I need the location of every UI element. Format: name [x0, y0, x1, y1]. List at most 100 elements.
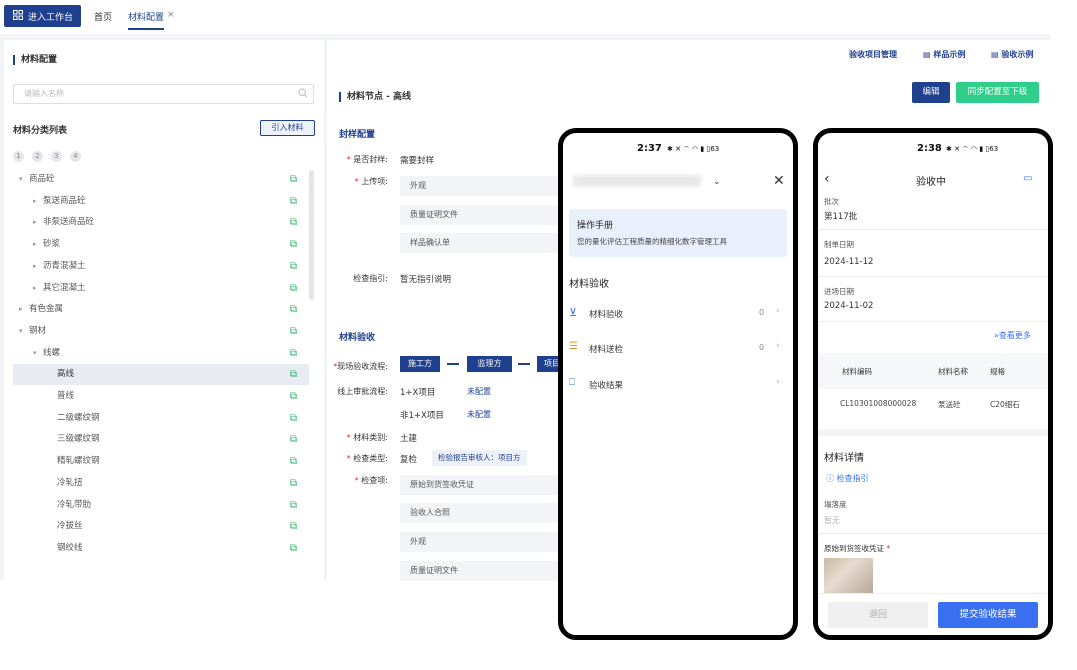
copy-config-icon[interactable]: ⧉	[290, 169, 297, 190]
level-2-button[interactable]: 2	[32, 151, 43, 162]
tree-item[interactable]: ▸ 沥青混凝土 ⧉	[13, 256, 309, 277]
tree-item-label: 砂浆	[43, 239, 61, 250]
tree-item[interactable]: ▸ 砂浆 ⧉	[13, 234, 309, 255]
search-input[interactable]: 请输入名称	[13, 84, 314, 104]
sample-example-link[interactable]: ▤ 样品示例	[923, 49, 965, 60]
section-gap	[818, 429, 1048, 436]
search-icon[interactable]	[298, 88, 308, 101]
tree-item[interactable]: 钢绞线 ⧉	[13, 538, 309, 559]
tree-item[interactable]: 二级螺纹钢 ⧉	[13, 408, 309, 429]
menu-item-material-inspection[interactable]: ☰ 材料送检 0 ›	[569, 336, 787, 362]
copy-config-icon[interactable]: ⧉	[290, 451, 297, 472]
category-label: * 材料类别:	[346, 433, 388, 442]
copy-config-icon[interactable]: ⧉	[290, 256, 297, 277]
caret-icon[interactable]: ▸	[19, 299, 29, 320]
document-icon: ▤	[923, 50, 931, 59]
caret-icon[interactable]: ▸	[33, 278, 43, 299]
video-icon[interactable]: ▭	[1023, 173, 1032, 184]
tree-item[interactable]: 冷拔丝 ⧉	[13, 516, 309, 537]
copy-config-icon[interactable]: ⧉	[290, 278, 297, 299]
check-guide-link[interactable]: ⓘ 检查指引	[826, 473, 869, 484]
copy-config-icon[interactable]: ⧉	[290, 299, 297, 320]
sync-config-button[interactable]: 同步配置至下级	[956, 82, 1039, 103]
phone-mockup-2: 2:38 ✱ ✕ ⌔ ◠ ▮ ▯63 ‹ 验收中 ▭ 批次 第117批 制单日期…	[813, 128, 1053, 640]
tree-item[interactable]: ▸ 泵送商品砼 ⧉	[13, 191, 309, 212]
view-more-link[interactable]: »查看更多	[994, 330, 1031, 341]
status-icons: ✱ ✕ ⌔ ◠ ▮ ▯63	[667, 145, 720, 153]
upload-item: 外观	[400, 176, 562, 196]
enter-date-label: 进场日期	[824, 287, 854, 296]
close-tab-icon[interactable]: ×	[167, 10, 175, 20]
caret-icon[interactable]: ▸	[33, 191, 43, 212]
tree-item-label: 三级螺纹钢	[57, 434, 100, 445]
tree-item[interactable]: 冷轧带肋 ⧉	[13, 495, 309, 516]
tab-material-config[interactable]: 材料配置	[128, 10, 165, 30]
level-3-button[interactable]: 3	[51, 151, 62, 162]
enter-workbench-button[interactable]: 进入工作台	[4, 5, 81, 27]
back-icon[interactable]: ‹	[824, 171, 830, 187]
tree-item[interactable]: 高线 ⧉	[13, 364, 309, 386]
submit-result-button[interactable]: 提交验收结果	[938, 602, 1038, 628]
info-icon: ⓘ	[826, 474, 834, 483]
online-flow-status[interactable]: 未配置	[467, 386, 491, 397]
page-title: 材料配置	[13, 52, 57, 65]
copy-config-icon[interactable]: ⧉	[290, 538, 297, 559]
copy-config-icon[interactable]: ⧉	[290, 321, 297, 342]
table-cell: 泵送砼	[938, 400, 961, 409]
copy-config-icon[interactable]: ⧉	[290, 495, 297, 516]
checklist-icon: ☰	[569, 341, 578, 352]
tree-item[interactable]: ▾ 钢材 ⧉	[13, 321, 309, 342]
copy-config-icon[interactable]: ⧉	[290, 191, 297, 212]
online-flow-status[interactable]: 未配置	[467, 409, 491, 420]
manual-card[interactable]: 操作手册 您的量化评估工程质量的精细化数字管理工具	[569, 209, 787, 257]
caret-icon[interactable]: ▾	[19, 321, 29, 342]
tree-scrollbar[interactable]	[309, 170, 314, 300]
edit-button[interactable]: 编辑	[912, 82, 950, 103]
copy-config-icon[interactable]: ⧉	[290, 343, 297, 364]
make-date-label: 制单日期	[824, 240, 854, 249]
guide-label: 检查指引:	[353, 274, 388, 283]
tree-item[interactable]: 冷轧扭 ⧉	[13, 473, 309, 494]
tree-item[interactable]: 三级螺纹钢 ⧉	[13, 429, 309, 450]
copy-config-icon[interactable]: ⧉	[290, 473, 297, 494]
copy-config-icon[interactable]: ⧉	[290, 386, 297, 407]
close-icon[interactable]: ✕	[773, 173, 785, 189]
tree-item[interactable]: ▸ 非泵送商品砼 ⧉	[13, 212, 309, 233]
copy-config-icon[interactable]: ⧉	[290, 408, 297, 429]
copy-config-icon[interactable]: ⧉	[290, 234, 297, 255]
chevron-down-icon[interactable]: ⌄	[713, 177, 721, 187]
voucher-photo[interactable]	[824, 558, 873, 594]
acceptance-item-management-link[interactable]: 验收项目管理	[849, 49, 897, 60]
level-4-button[interactable]: 4	[70, 151, 81, 162]
chevron-right-icon: ›	[776, 306, 780, 316]
tab-home[interactable]: 首页	[94, 10, 112, 23]
tree-item[interactable]: 普线 ⧉	[13, 386, 309, 407]
tree-item[interactable]: ▸ 有色金属 ⧉	[13, 299, 309, 320]
tree-item-label: 钢材	[29, 325, 47, 336]
flow-connector	[518, 363, 530, 365]
caret-icon[interactable]: ▾	[33, 343, 43, 364]
import-material-button[interactable]: 引入材料	[260, 120, 315, 136]
caret-icon[interactable]: ▸	[33, 212, 43, 233]
copy-config-icon[interactable]: ⧉	[290, 429, 297, 450]
level-1-button[interactable]: 1	[13, 151, 24, 162]
bookmark-icon: ⎕	[569, 377, 575, 388]
copy-config-icon[interactable]: ⧉	[290, 212, 297, 233]
copy-config-icon[interactable]: ⧉	[290, 364, 297, 385]
menu-item-material-acceptance[interactable]: ⊻ 材料验收 0 ›	[569, 301, 787, 327]
return-button[interactable]: 退回	[828, 602, 928, 628]
menu-item-acceptance-result[interactable]: ⎕ 验收结果 ›	[569, 372, 787, 398]
tree-item[interactable]: ▸ 其它混凝土 ⧉	[13, 278, 309, 299]
tree-item[interactable]: 精轧螺纹钢 ⧉	[13, 451, 309, 472]
divider	[818, 229, 1048, 230]
blurred-project-name[interactable]	[573, 175, 701, 187]
batch-label: 批次	[824, 197, 839, 206]
tree-item[interactable]: ▾ 商品砼 ⧉	[13, 169, 309, 190]
caret-icon[interactable]: ▾	[19, 169, 29, 190]
copy-config-icon[interactable]: ⧉	[290, 516, 297, 537]
acceptance-example-link[interactable]: ▤ 验收示例	[991, 49, 1033, 60]
grid-icon	[13, 9, 23, 23]
tree-item[interactable]: ▾ 线螺 ⧉	[13, 343, 309, 364]
caret-icon[interactable]: ▸	[33, 256, 43, 277]
caret-icon[interactable]: ▸	[33, 234, 43, 255]
